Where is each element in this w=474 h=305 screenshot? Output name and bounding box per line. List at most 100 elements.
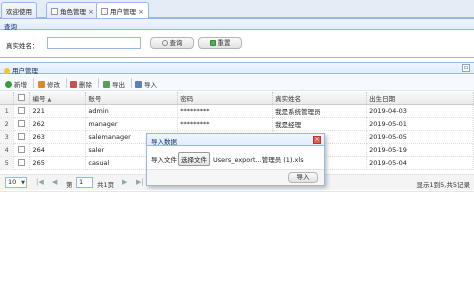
row-number: 5 [0, 156, 15, 170]
cell-account: manager [85, 117, 179, 131]
add-button-label: 新增 [14, 81, 27, 89]
import-dialog-footer: 导入 [147, 169, 324, 185]
column-header-id-label: 编号 [32, 94, 46, 103]
row-checkbox-cell[interactable] [13, 117, 31, 131]
pager-summary: 显示1到5,共5记录 [416, 181, 470, 189]
import-button[interactable]: 导入 [135, 79, 157, 89]
toolbar-divider [131, 78, 132, 88]
table-row[interactable]: 2 262 manager ********* 我是经理 2019-05-01 [0, 117, 474, 131]
row-number: 4 [0, 143, 15, 157]
table-header-row: 编号 ▲ 账号 密码 真实姓名 出生日期 [0, 92, 474, 105]
column-header-real-name[interactable]: 真实姓名 [272, 92, 368, 105]
cell-birth-date: 2019-05-01 [366, 117, 474, 131]
first-page-icon[interactable]: |◀ [36, 178, 44, 186]
toolbar-divider [98, 78, 99, 88]
row-number: 2 [0, 117, 15, 131]
file-row: 导入文件 选择文件 Users_export...管理员 (1).xls [151, 152, 304, 166]
search-panel-header: 查询 [0, 18, 474, 31]
delete-button[interactable]: 删除 [70, 79, 92, 89]
column-header-password-label: 密码 [180, 94, 194, 103]
column-header-password[interactable]: 密码 [177, 92, 274, 105]
import-button-label: 导入 [144, 81, 157, 89]
column-header-real-name-label: 真实姓名 [275, 94, 302, 103]
column-header-account[interactable]: 账号 [85, 92, 179, 105]
search-button-label: 查询 [169, 39, 183, 47]
tab-role-management[interactable]: 角色管理 × [46, 2, 99, 18]
toolbar: 新增 修改 删除 导出 导入 [0, 75, 474, 91]
cell-id: 264 [29, 143, 87, 157]
column-header-birth-date-label: 出生日期 [369, 94, 396, 103]
tab-welcome[interactable]: 欢迎使用 [1, 2, 37, 18]
row-number: 1 [0, 104, 15, 118]
edit-button-label: 修改 [47, 81, 60, 89]
search-button[interactable]: 查询 [150, 37, 194, 49]
toolbar-divider [66, 78, 67, 88]
table-row[interactable]: 1 221 admin ********* 我是系统管理员 2019-04-03 [0, 104, 474, 118]
add-button[interactable]: 新增 [5, 79, 27, 89]
cell-birth-date: 2019-05-04 [366, 156, 474, 170]
dialog-import-button[interactable]: 导入 [288, 172, 318, 183]
column-header-id[interactable]: 编号 ▲ [29, 92, 87, 105]
next-page-icon[interactable]: ▶ [122, 178, 127, 186]
row-checkbox-cell[interactable] [13, 104, 31, 118]
tab-user-management-label: 用户管理 [110, 8, 136, 16]
row-checkbox[interactable] [18, 146, 26, 153]
search-panel: 真实姓名： 查询 重置 [0, 30, 474, 58]
cell-id: 263 [29, 130, 87, 144]
total-pages: 共1页 [97, 181, 115, 189]
empty-area [0, 191, 474, 305]
choose-file-button[interactable]: 选择文件 [178, 152, 210, 166]
bulb-icon [4, 68, 10, 74]
grid-panel-header: 用户管理 ▫ [0, 62, 474, 75]
cell-password: ********* [177, 104, 274, 118]
select-all-checkbox[interactable] [18, 94, 26, 102]
tab-user-management[interactable]: 用户管理 × [96, 2, 149, 19]
real-name-input[interactable] [47, 37, 141, 49]
reset-button[interactable]: 重置 [198, 37, 242, 49]
row-checkbox[interactable] [18, 120, 26, 127]
cell-birth-date: 2019-05-19 [366, 143, 474, 157]
close-icon[interactable]: × [313, 136, 321, 144]
edit-button[interactable]: 修改 [38, 79, 60, 89]
cell-real-name: 我是系统管理员 [272, 104, 368, 118]
page-size-select[interactable]: 10 ▼ [5, 177, 27, 188]
edit-icon [38, 81, 45, 88]
last-page-icon[interactable]: ▶| [136, 178, 144, 186]
toolbar-divider [33, 78, 34, 88]
delete-icon [70, 81, 77, 88]
row-number-header [0, 92, 15, 105]
prev-page-icon[interactable]: ◀ [52, 178, 57, 186]
reset-button-label: 重置 [217, 39, 231, 47]
close-icon[interactable]: × [138, 8, 144, 16]
add-icon [5, 81, 12, 88]
page-size-value: 10 [8, 178, 17, 186]
row-checkbox[interactable] [18, 159, 26, 166]
delete-button-label: 删除 [79, 81, 92, 89]
row-checkbox-cell[interactable] [13, 130, 31, 144]
row-checkbox-cell[interactable] [13, 156, 31, 170]
select-all-checkbox-cell[interactable] [13, 92, 31, 105]
close-icon[interactable]: × [88, 8, 94, 16]
cell-id: 262 [29, 117, 87, 131]
cell-birth-date: 2019-05-05 [366, 130, 474, 144]
row-checkbox-cell[interactable] [13, 143, 31, 157]
column-header-account-label: 账号 [88, 94, 102, 103]
search-icon [161, 40, 168, 46]
page-number-input[interactable]: 1 [76, 177, 93, 188]
dialog-import-button-label: 导入 [296, 173, 310, 181]
cell-account: admin [85, 104, 179, 118]
row-checkbox[interactable] [18, 133, 26, 140]
excel-icon [103, 81, 110, 88]
import-dialog-title: 导入数据 [151, 138, 177, 146]
column-header-birth-date[interactable]: 出生日期 [366, 92, 474, 105]
row-checkbox[interactable] [18, 107, 26, 114]
sort-asc-icon: ▲ [47, 96, 52, 103]
collapse-icon[interactable]: ▫ [462, 64, 470, 72]
tab-role-management-label: 角色管理 [60, 8, 86, 16]
cell-id: 221 [29, 104, 87, 118]
page-number-value: 1 [79, 178, 84, 186]
export-button[interactable]: 导出 [103, 79, 125, 89]
cell-id: 265 [29, 156, 87, 170]
chevron-down-icon: ▼ [21, 180, 25, 186]
page-icon [51, 8, 58, 15]
